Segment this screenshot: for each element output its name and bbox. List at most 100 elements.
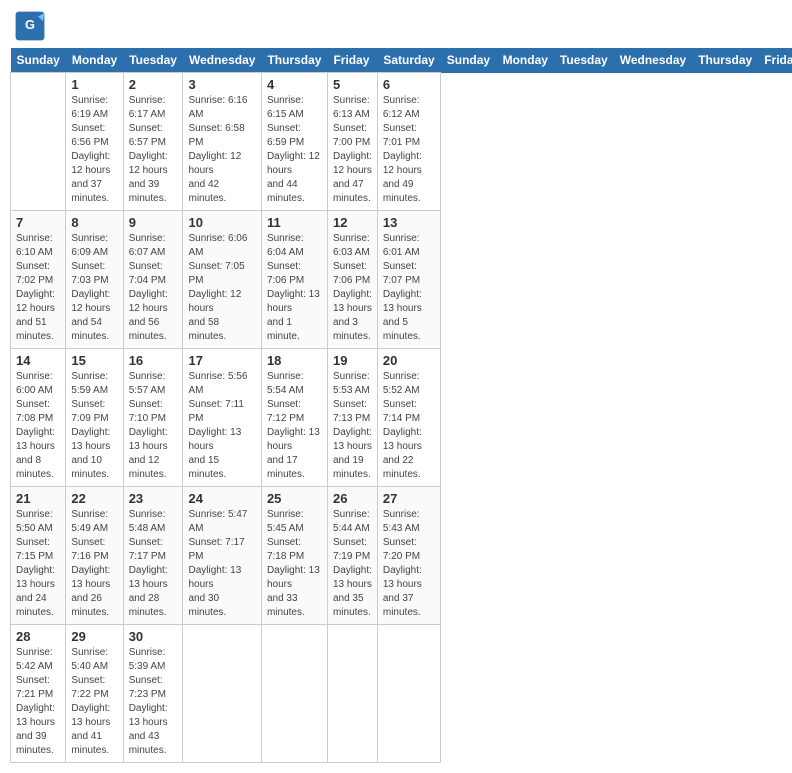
- day-info: Sunrise: 5:47 AM Sunset: 7:17 PM Dayligh…: [188, 508, 255, 620]
- svg-text:G: G: [25, 17, 35, 32]
- calendar-cell: 5Sunrise: 6:13 AM Sunset: 7:00 PM Daylig…: [327, 73, 377, 211]
- day-number: 2: [129, 77, 178, 92]
- day-info: Sunrise: 5:56 AM Sunset: 7:11 PM Dayligh…: [188, 370, 255, 482]
- week-row-3: 14 Sunrise: 6:00 AM Sunset: 7:08 PM Dayli…: [11, 349, 792, 487]
- day-info: Sunrise: 5:48 AM Sunset: 7:17 PM Dayligh…: [129, 508, 178, 620]
- weekday-header-wednesday: Wednesday: [183, 48, 261, 73]
- weekday-header-tuesday: Tuesday: [123, 48, 183, 73]
- day-info: Sunrise: 6:06 AM Sunset: 7:05 PM Dayligh…: [188, 232, 255, 344]
- day-number: 16: [129, 353, 178, 368]
- weekday-header-saturday: Saturday: [377, 48, 440, 73]
- day-info: Sunrise: 6:12 AM Sunset: 7:01 PM Dayligh…: [383, 94, 435, 206]
- calendar-cell: 29Sunrise: 5:40 AM Sunset: 7:22 PM Dayli…: [66, 625, 123, 763]
- day-info: Sunrise: 6:03 AM Sunset: 7:06 PM Dayligh…: [333, 232, 372, 344]
- day-number: 26: [333, 491, 372, 506]
- calendar-table: SundayMondayTuesdayWednesdayThursdayFrid…: [10, 48, 792, 763]
- day-number: 21: [16, 491, 60, 506]
- day-info: Sunrise: 6:10 AM Sunset: 7:02 PM Dayligh…: [16, 232, 60, 344]
- week-row-1: 1 Sunrise: 6:19 AM Sunset: 6:56 PM Daylig…: [11, 73, 792, 211]
- day-info: Sunrise: 5:43 AM Sunset: 7:20 PM Dayligh…: [383, 508, 435, 620]
- day-number: 9: [129, 215, 178, 230]
- weekday-header-friday: Friday: [327, 48, 377, 73]
- day-info: Sunrise: 5:50 AM Sunset: 7:15 PM Dayligh…: [16, 508, 60, 620]
- day-info: Sunrise: 5:54 AM Sunset: 7:12 PM Dayligh…: [267, 370, 322, 482]
- calendar-cell: 26 Sunrise: 5:44 AM Sunset: 7:19 PM Dayli…: [327, 487, 377, 625]
- weekday-header-tuesday: Tuesday: [554, 48, 614, 73]
- day-info: Sunrise: 6:13 AM Sunset: 7:00 PM Dayligh…: [333, 94, 372, 206]
- day-info: Sunrise: 5:52 AM Sunset: 7:14 PM Dayligh…: [383, 370, 435, 482]
- calendar-cell: 19Sunrise: 5:53 AM Sunset: 7:13 PM Dayli…: [327, 349, 377, 487]
- calendar-cell: 28 Sunrise: 5:42 AM Sunset: 7:21 PM Dayli…: [11, 625, 66, 763]
- calendar-cell: [183, 625, 261, 763]
- calendar-cell: 12 Sunrise: 6:03 AM Sunset: 7:06 PM Dayli…: [327, 211, 377, 349]
- calendar-cell: 20Sunrise: 5:52 AM Sunset: 7:14 PM Dayli…: [377, 349, 440, 487]
- week-row-2: 7 Sunrise: 6:10 AM Sunset: 7:02 PM Daylig…: [11, 211, 792, 349]
- day-number: 8: [71, 215, 117, 230]
- day-number: 14: [16, 353, 60, 368]
- weekday-header-sunday: Sunday: [11, 48, 66, 73]
- calendar-cell: 17 Sunrise: 5:56 AM Sunset: 7:11 PM Dayli…: [183, 349, 261, 487]
- day-info: Sunrise: 5:53 AM Sunset: 7:13 PM Dayligh…: [333, 370, 372, 482]
- day-number: 18: [267, 353, 322, 368]
- page-header: G: [10, 10, 782, 42]
- calendar-cell: 25 Sunrise: 5:45 AM Sunset: 7:18 PM Dayli…: [261, 487, 327, 625]
- weekday-header-friday: Friday: [758, 48, 792, 73]
- day-number: 30: [129, 629, 178, 644]
- day-info: Sunrise: 5:45 AM Sunset: 7:18 PM Dayligh…: [267, 508, 322, 620]
- weekday-header-row: SundayMondayTuesdayWednesdayThursdayFrid…: [11, 48, 792, 73]
- day-number: 11: [267, 215, 322, 230]
- day-info: Sunrise: 5:39 AM Sunset: 7:23 PM Dayligh…: [129, 646, 178, 758]
- day-info: Sunrise: 6:07 AM Sunset: 7:04 PM Dayligh…: [129, 232, 178, 344]
- calendar-cell: 30 Sunrise: 5:39 AM Sunset: 7:23 PM Dayli…: [123, 625, 183, 763]
- day-number: 7: [16, 215, 60, 230]
- day-number: 1: [71, 77, 117, 92]
- calendar-cell: 2Sunrise: 6:17 AM Sunset: 6:57 PM Daylig…: [123, 73, 183, 211]
- week-row-5: 28 Sunrise: 5:42 AM Sunset: 7:21 PM Dayli…: [11, 625, 792, 763]
- day-number: 13: [383, 215, 435, 230]
- day-number: 3: [188, 77, 255, 92]
- weekday-header-monday: Monday: [497, 48, 554, 73]
- calendar-cell: 16 Sunrise: 5:57 AM Sunset: 7:10 PM Dayli…: [123, 349, 183, 487]
- day-info: Sunrise: 5:49 AM Sunset: 7:16 PM Dayligh…: [71, 508, 117, 620]
- calendar-cell: 18 Sunrise: 5:54 AM Sunset: 7:12 PM Dayli…: [261, 349, 327, 487]
- day-info: Sunrise: 6:19 AM Sunset: 6:56 PM Dayligh…: [71, 94, 117, 206]
- calendar-cell: 10 Sunrise: 6:06 AM Sunset: 7:05 PM Dayli…: [183, 211, 261, 349]
- day-info: Sunrise: 5:59 AM Sunset: 7:09 PM Dayligh…: [71, 370, 117, 482]
- calendar-cell: 8Sunrise: 6:09 AM Sunset: 7:03 PM Daylig…: [66, 211, 123, 349]
- day-number: 10: [188, 215, 255, 230]
- day-info: Sunrise: 5:57 AM Sunset: 7:10 PM Dayligh…: [129, 370, 178, 482]
- weekday-header-thursday: Thursday: [261, 48, 327, 73]
- logo-icon: G: [14, 10, 46, 42]
- calendar-cell: [377, 625, 440, 763]
- week-row-4: 21 Sunrise: 5:50 AM Sunset: 7:15 PM Dayli…: [11, 487, 792, 625]
- calendar-cell: 24Sunrise: 5:47 AM Sunset: 7:17 PM Dayli…: [183, 487, 261, 625]
- weekday-header-sunday: Sunday: [441, 48, 497, 73]
- day-number: 6: [383, 77, 435, 92]
- calendar-cell: 13 Sunrise: 6:01 AM Sunset: 7:07 PM Dayli…: [377, 211, 440, 349]
- day-info: Sunrise: 5:40 AM Sunset: 7:22 PM Dayligh…: [71, 646, 117, 758]
- calendar-cell: [327, 625, 377, 763]
- day-info: Sunrise: 5:42 AM Sunset: 7:21 PM Dayligh…: [16, 646, 60, 758]
- day-info: Sunrise: 6:16 AM Sunset: 6:58 PM Dayligh…: [188, 94, 255, 206]
- calendar-cell: 6 Sunrise: 6:12 AM Sunset: 7:01 PM Daylig…: [377, 73, 440, 211]
- weekday-header-wednesday: Wednesday: [614, 48, 692, 73]
- calendar-cell: 4Sunrise: 6:15 AM Sunset: 6:59 PM Daylig…: [261, 73, 327, 211]
- day-number: 12: [333, 215, 372, 230]
- day-info: Sunrise: 5:44 AM Sunset: 7:19 PM Dayligh…: [333, 508, 372, 620]
- calendar-cell: [261, 625, 327, 763]
- calendar-cell: 7 Sunrise: 6:10 AM Sunset: 7:02 PM Daylig…: [11, 211, 66, 349]
- calendar-cell: 9 Sunrise: 6:07 AM Sunset: 7:04 PM Daylig…: [123, 211, 183, 349]
- day-info: Sunrise: 6:01 AM Sunset: 7:07 PM Dayligh…: [383, 232, 435, 344]
- day-number: 25: [267, 491, 322, 506]
- calendar-cell: 22Sunrise: 5:49 AM Sunset: 7:16 PM Dayli…: [66, 487, 123, 625]
- day-number: 27: [383, 491, 435, 506]
- day-info: Sunrise: 6:00 AM Sunset: 7:08 PM Dayligh…: [16, 370, 60, 482]
- day-number: 28: [16, 629, 60, 644]
- calendar-cell: 11Sunrise: 6:04 AM Sunset: 7:06 PM Dayli…: [261, 211, 327, 349]
- weekday-header-thursday: Thursday: [692, 48, 758, 73]
- calendar-cell: 1 Sunrise: 6:19 AM Sunset: 6:56 PM Daylig…: [66, 73, 123, 211]
- calendar-cell: 15Sunrise: 5:59 AM Sunset: 7:09 PM Dayli…: [66, 349, 123, 487]
- calendar-cell: 23Sunrise: 5:48 AM Sunset: 7:17 PM Dayli…: [123, 487, 183, 625]
- day-number: 17: [188, 353, 255, 368]
- calendar-cell: 21 Sunrise: 5:50 AM Sunset: 7:15 PM Dayli…: [11, 487, 66, 625]
